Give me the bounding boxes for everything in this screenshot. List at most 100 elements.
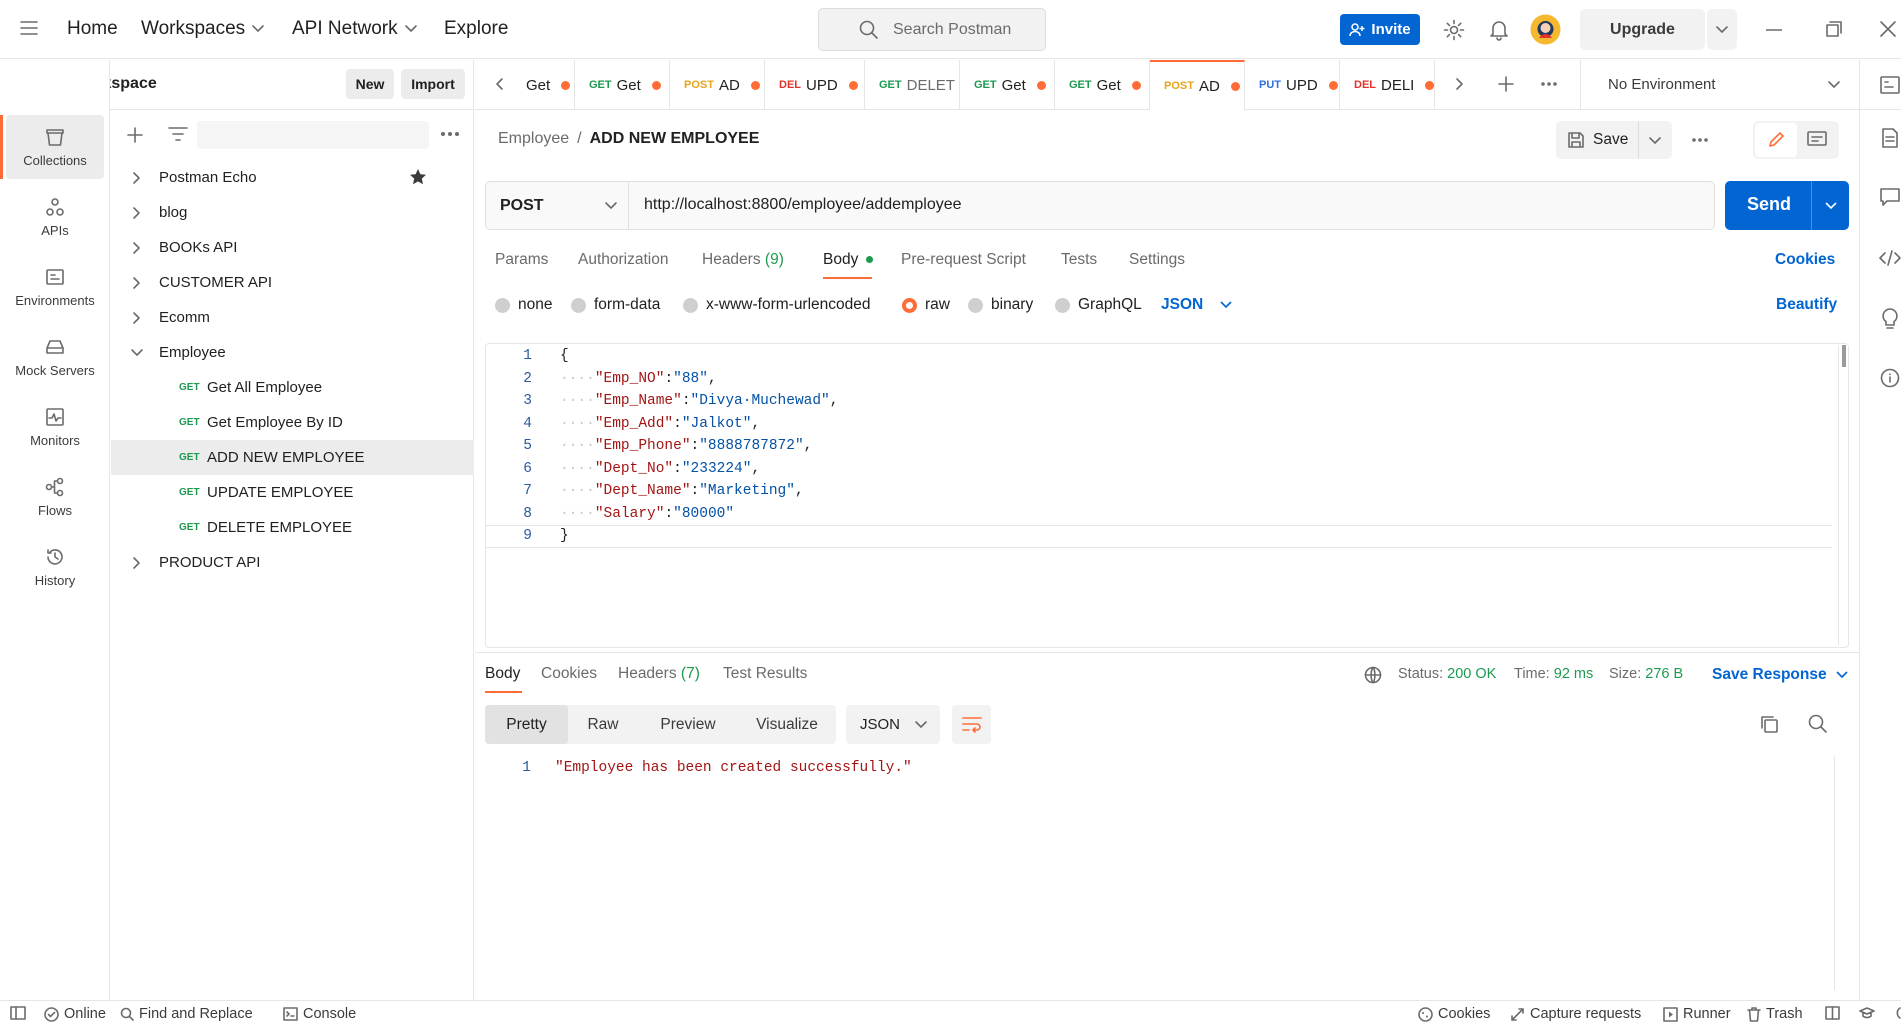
response-divider[interactable] [475,652,1860,653]
tab-request-9[interactable]: PUT UPD [1245,60,1340,110]
online-status[interactable]: Online [44,1006,106,1022]
capture-requests-button[interactable]: Capture requests [1510,1006,1641,1022]
new-tab-icon[interactable] [1497,75,1515,93]
response-tab-cookies[interactable]: Cookies [541,665,597,683]
response-body-viewer[interactable]: 1 "Employee has been created successfull… [485,756,1849,990]
two-pane-icon[interactable] [1825,1006,1840,1020]
console-button[interactable]: Console [283,1006,356,1022]
search-input[interactable]: Search Postman [818,8,1046,51]
request-more-icon[interactable] [1691,137,1709,143]
upgrade-button[interactable]: Upgrade [1580,9,1705,50]
code-icon[interactable] [1879,250,1901,266]
url-input[interactable]: http://localhost:8800/employee/addemploy… [644,196,962,214]
request-update-employee[interactable]: GET UPDATE EMPLOYEE [111,475,474,510]
nav-home[interactable]: Home [67,18,118,40]
bootcamp-icon[interactable] [1859,1006,1875,1020]
tab-body[interactable]: Body [823,251,873,269]
tabs-scroll-left-icon[interactable] [494,77,504,91]
tab-request-10[interactable]: DEL DELI [1340,60,1435,110]
nav-workspaces[interactable]: Workspaces [141,18,265,40]
request-add-new-employee[interactable]: GET ADD NEW EMPLOYEE [111,440,474,475]
restore-icon[interactable] [1826,21,1842,37]
cookies-button[interactable]: Cookies [1418,1006,1490,1022]
environment-select[interactable]: No Environment [1580,60,1859,110]
send-button[interactable]: Send [1725,181,1849,230]
response-scrollbar[interactable] [1834,756,1835,990]
comments-icon[interactable] [1880,188,1900,206]
tab-request-active[interactable]: POST AD [1150,60,1245,110]
menu-icon[interactable] [20,20,38,36]
runner-button[interactable]: Runner [1663,1006,1731,1022]
tabs-scroll-right-icon[interactable] [1455,77,1465,91]
tab-request-1[interactable]: Get [520,60,575,110]
tab-pre-request-script[interactable]: Pre-request Script [901,251,1026,269]
globe-icon[interactable] [1364,666,1382,684]
settings-icon[interactable] [1443,19,1465,41]
collection-product-api[interactable]: PRODUCT API [111,545,474,580]
collection-blog[interactable]: blog [111,195,474,230]
avatar[interactable] [1530,14,1561,45]
add-collection-icon[interactable] [126,126,144,144]
tab-authorization[interactable]: Authorization [578,251,668,269]
breadcrumb-parent[interactable]: Employee [498,130,569,148]
response-format-select[interactable]: JSON [846,705,940,744]
tab-params[interactable]: Params [495,251,548,269]
request-body-editor[interactable]: 1{ 2 ····"Emp_NO":"88", 3 ····"Emp_Name":"… [485,343,1849,648]
method-select[interactable]: POST [486,182,629,229]
rail-apis[interactable]: APIs [6,185,104,249]
nav-api-network[interactable]: API Network [292,18,418,40]
body-type-binary[interactable]: binary [968,296,1033,314]
upgrade-dropdown[interactable] [1707,9,1737,50]
request-delete-employee[interactable]: GET DELETE EMPLOYEE [111,510,474,545]
environment-quick-look-icon[interactable] [1880,76,1900,94]
view-preview[interactable]: Preview [638,705,738,744]
response-tab-body[interactable]: Body [485,665,520,683]
copy-icon[interactable] [1759,714,1779,734]
wrap-lines-button[interactable] [952,705,991,744]
request-get-all-employee[interactable]: GET Get All Employee [111,370,474,405]
info-icon[interactable] [1880,368,1900,388]
body-format-select[interactable]: JSON [1161,296,1233,314]
tab-request-6[interactable]: GET Get [960,60,1055,110]
filter-icon[interactable] [168,126,188,142]
comment-mode-icon[interactable] [1807,131,1827,149]
rail-environments[interactable]: Environments [6,255,104,319]
rail-monitors[interactable]: Monitors [6,395,104,459]
view-visualize[interactable]: Visualize [738,705,836,744]
lightbulb-icon[interactable] [1881,308,1899,330]
invite-button[interactable]: Invite [1340,14,1420,45]
view-raw[interactable]: Raw [568,705,638,744]
cookies-link[interactable]: Cookies [1775,251,1835,269]
body-type-graphql[interactable]: GraphQL [1055,296,1142,314]
tab-headers[interactable]: Headers (9) [702,251,784,269]
toggle-sidebar-icon[interactable] [10,1006,26,1020]
body-type-raw[interactable]: raw [902,296,950,314]
tab-request-3[interactable]: POST AD [670,60,765,110]
rail-flows[interactable]: Flows [6,465,104,529]
collection-customer-api[interactable]: CUSTOMER API [111,265,474,300]
more-options-icon[interactable] [440,131,460,137]
beautify-button[interactable]: Beautify [1776,296,1837,314]
save-button[interactable]: Save [1556,121,1672,159]
notifications-icon[interactable] [1489,19,1509,41]
tab-tests[interactable]: Tests [1061,251,1097,269]
response-tab-headers[interactable]: Headers (7) [618,665,700,683]
collection-postman-echo[interactable]: Postman Echo [111,160,474,195]
tab-request-2[interactable]: GET Get [575,60,670,110]
collection-ecomm[interactable]: Ecomm [111,300,474,335]
view-pretty[interactable]: Pretty [485,705,568,744]
close-icon[interactable] [1880,21,1896,37]
find-replace-button[interactable]: Find and Replace [120,1006,253,1022]
tab-settings[interactable]: Settings [1129,251,1185,269]
body-type-urlencoded[interactable]: x-www-form-urlencoded [683,296,871,314]
nav-explore[interactable]: Explore [444,18,508,40]
minimize-icon[interactable] [1766,29,1782,31]
body-type-form-data[interactable]: form-data [571,296,660,314]
tab-request-7[interactable]: GET Get [1055,60,1150,110]
collection-employee[interactable]: Employee [111,335,474,370]
tab-request-5[interactable]: GET DELET [865,60,960,110]
tab-request-4[interactable]: DEL UPD [765,60,865,110]
body-type-none[interactable]: none [495,296,552,314]
save-response-button[interactable]: Save Response [1712,666,1849,684]
request-get-employee-by-id[interactable]: GET Get Employee By ID [111,405,474,440]
